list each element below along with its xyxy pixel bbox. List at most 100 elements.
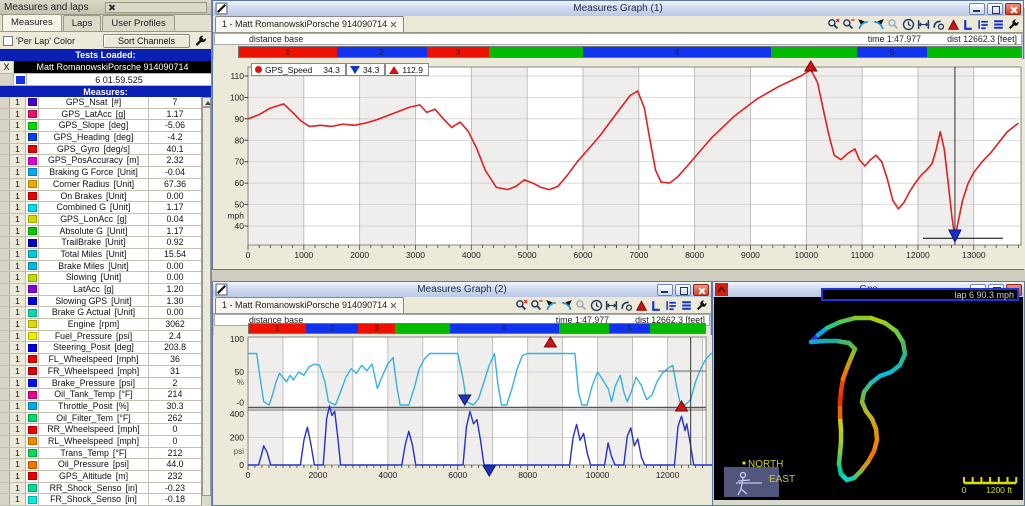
row-grip[interactable] [0,179,10,190]
row-grip[interactable] [0,459,10,470]
lap-segment-3[interactable]: 3 [358,324,394,333]
row-grip[interactable] [0,342,10,353]
lap-segment-2[interactable]: 2 [337,47,427,57]
measure-color-swatch[interactable] [26,284,39,295]
measure-color-swatch[interactable] [26,132,39,143]
measure-color-swatch[interactable] [26,436,39,447]
measure-row[interactable]: 1GPS_LatAcc[g]1.17 [0,109,201,121]
row-grip[interactable] [0,413,10,424]
row-grip[interactable] [0,144,10,155]
measure-row[interactable]: 1Steering_Posit[deg]203.8 [0,342,201,354]
lap-segment[interactable] [559,324,609,333]
row-grip[interactable] [0,378,10,389]
measure-color-swatch[interactable] [26,483,39,494]
measure-color-swatch[interactable] [26,191,39,202]
fit-horizontal-icon[interactable] [916,17,931,32]
measure-row[interactable]: 1GPS_Altitude[m]232 [0,471,201,483]
measure-row[interactable]: 1GPS_LonAcc[g]0.04 [0,214,201,226]
measure-color-swatch[interactable] [26,97,39,108]
measure-row[interactable]: 1Throttle_Posit[%]30.3 [0,401,201,413]
row-grip[interactable] [0,354,10,365]
row-grip[interactable] [0,401,10,412]
measure-color-swatch[interactable] [26,459,39,470]
zoom-off-icon[interactable] [886,17,901,32]
measure-color-swatch[interactable] [26,331,39,342]
sort-channels-button[interactable]: Sort Channels [103,34,190,48]
pan-view-icon[interactable] [931,17,946,32]
measure-row[interactable]: 1Oil_Filter_Tem[°F]262 [0,413,201,425]
measure-row[interactable]: 1Slowing[Unit]0.00 [0,272,201,284]
measure-row[interactable]: 1Braking G Force[Unit]-0.04 [0,167,201,179]
measure-color-swatch[interactable] [26,424,39,435]
close-icon[interactable] [1005,3,1021,15]
tile-graphs-icon[interactable] [679,298,694,313]
measure-color-swatch[interactable] [26,261,39,272]
measure-color-swatch[interactable] [26,319,39,330]
row-grip[interactable] [0,319,10,330]
measure-color-swatch[interactable] [26,448,39,459]
zoom-mode-icon[interactable] [841,17,856,32]
measure-color-swatch[interactable] [26,471,39,482]
zoom-off-icon[interactable] [574,298,589,313]
row-grip[interactable] [0,331,10,342]
close-icon[interactable] [693,284,709,296]
lap-color-swatch[interactable] [14,74,27,85]
minimize-icon[interactable] [969,3,985,15]
measure-color-swatch[interactable] [26,401,39,412]
measure-row[interactable]: 1GPS_PosAccuracy[m]2.32 [0,155,201,167]
row-grip[interactable] [0,296,10,307]
graph2-titlebar[interactable]: Measures Graph (2) [213,282,711,297]
gps-track-map[interactable]: NORTHEAST01200 ft [714,297,1023,501]
test-row[interactable]: X Matt RomanowskiPorsche 914090714 [0,61,211,74]
row-grip[interactable] [0,424,10,435]
measure-color-swatch[interactable] [26,237,39,248]
measure-color-swatch[interactable] [26,109,39,120]
measure-color-swatch[interactable] [26,155,39,166]
graph1-titlebar[interactable]: Measures Graph (1) [213,1,1023,16]
channel-settings-wrench-icon[interactable] [193,34,208,48]
lap-segment-1[interactable]: 1 [249,324,306,333]
measure-row[interactable]: 1Oil_Pressure[psi]44.0 [0,459,201,471]
minimize-icon[interactable] [657,284,673,296]
measure-row[interactable]: 1Brake Miles[Unit]0.00 [0,261,201,273]
test-marker[interactable]: X [0,61,14,73]
row-grip[interactable] [0,261,10,272]
measure-row[interactable]: 1RR_Shock_Senso[in]-0.23 [0,483,201,495]
measure-row[interactable]: 1Fuel_Pressure[psi]2.4 [0,331,201,343]
measure-color-swatch[interactable] [26,307,39,318]
cursor-next-icon[interactable] [559,298,574,313]
measures-scrollbar[interactable] [201,97,211,506]
measure-row[interactable]: 1Absolute G[Unit]1.17 [0,226,201,238]
maximize-icon[interactable] [987,3,1003,15]
measure-color-swatch[interactable] [26,296,39,307]
measure-row[interactable]: 1GPS_Slope[deg]-5.06 [0,120,201,132]
lap-segment-1[interactable]: 1 [239,47,337,57]
measure-row[interactable]: 1Engine[rpm]3062 [0,319,201,331]
show-max-icon[interactable] [946,17,961,32]
measure-color-swatch[interactable] [26,413,39,424]
tile-graphs-icon[interactable] [991,17,1006,32]
lap-segment-5[interactable]: 5 [857,47,927,57]
measure-row[interactable]: 1FR_Shock_Senso[in]-0.18 [0,494,201,506]
measure-color-swatch[interactable] [26,494,39,505]
row-grip[interactable] [0,494,10,505]
measure-row[interactable]: 1RL_Wheelspeed[mph]0 [0,436,201,448]
measure-row[interactable]: 1Brake_Pressure[psi]2 [0,378,201,390]
zoom-reset-icon[interactable] [514,298,529,313]
measure-color-swatch[interactable] [26,144,39,155]
scrollbar-thumb[interactable] [202,107,211,496]
tab-measures[interactable]: Measures [2,14,62,31]
row-grip[interactable] [0,97,10,108]
row-grip[interactable] [0,237,10,248]
measure-row[interactable]: 1TrailBrake[Unit]0.92 [0,237,201,249]
measure-row[interactable]: 1Slowing GPS[Unit]1.30 [0,296,201,308]
row-grip[interactable] [0,366,10,377]
lap-row[interactable]: 6 01.59.525 [0,74,211,86]
row-grip[interactable] [0,214,10,225]
measure-color-swatch[interactable] [26,167,39,178]
per-lap-color-checkbox[interactable] [3,36,13,46]
row-grip[interactable] [0,167,10,178]
measure-color-swatch[interactable] [26,214,39,225]
graph-settings-icon[interactable] [694,298,709,313]
lap-segment[interactable] [927,47,1021,57]
